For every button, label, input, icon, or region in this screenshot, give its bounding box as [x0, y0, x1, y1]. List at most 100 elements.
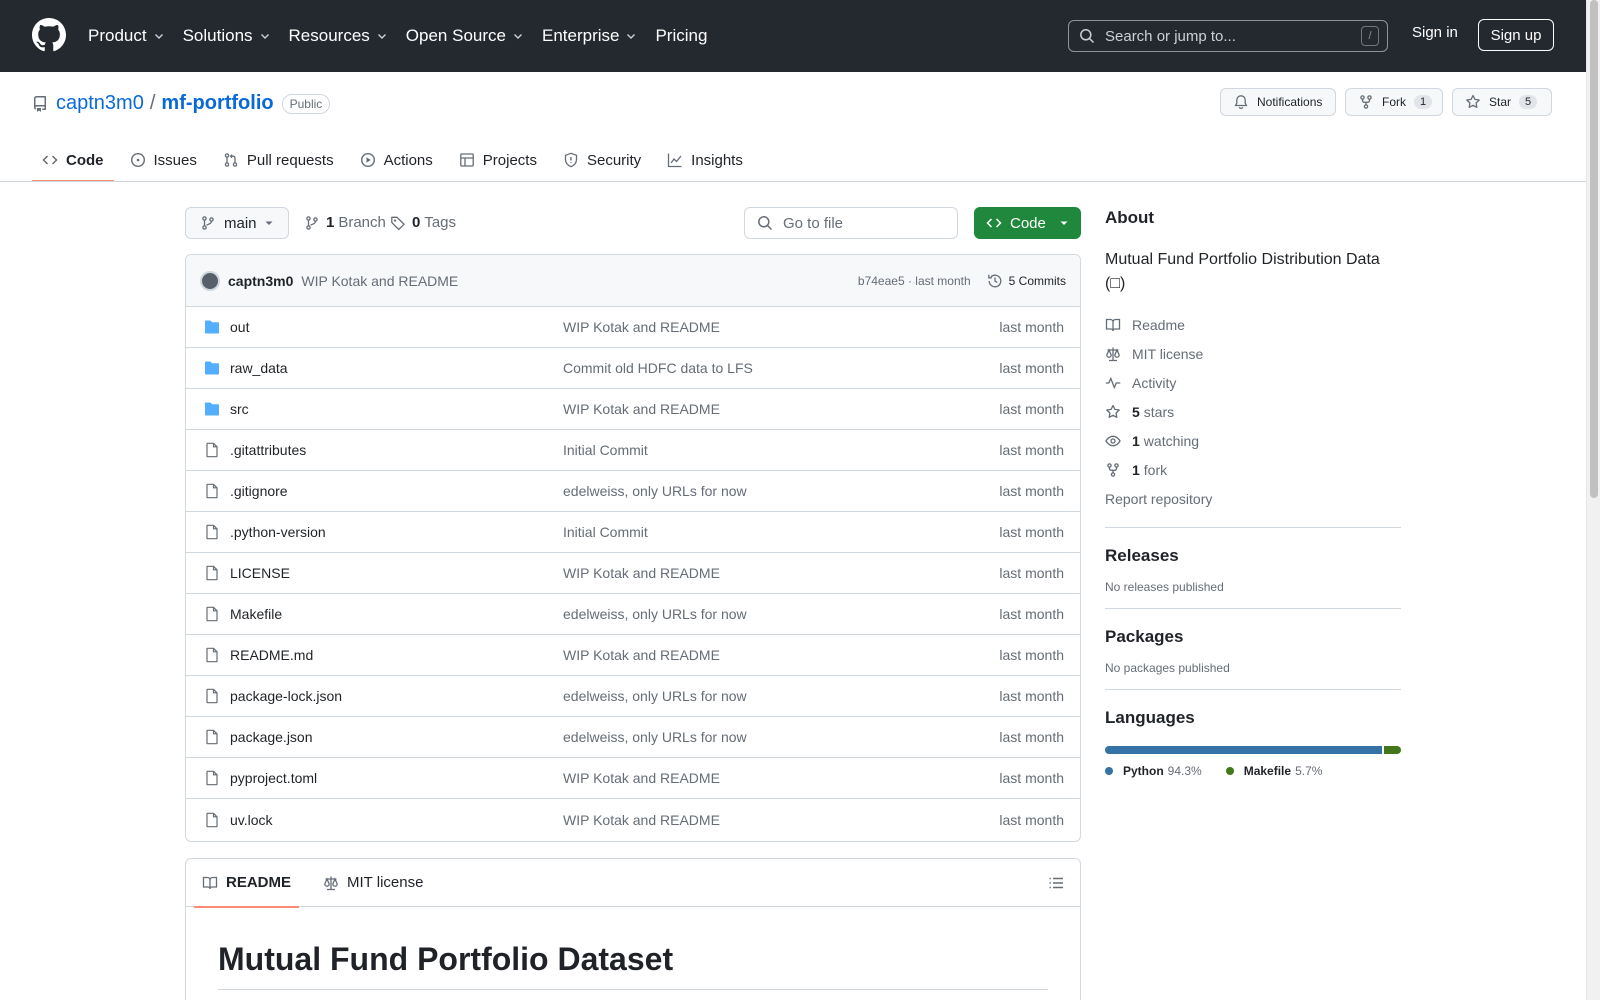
file-commit-link[interactable]: edelweiss, only URLs for now [563, 688, 999, 704]
divider [1105, 527, 1401, 528]
file-commit-link[interactable]: WIP Kotak and README [563, 770, 999, 786]
file-row[interactable]: .python-version Initial Commit last month [186, 512, 1080, 553]
license-link[interactable]: MIT license [1105, 339, 1401, 368]
file-name-link[interactable]: package-lock.json [230, 688, 563, 704]
language-legend-item[interactable]: Python 94.3% [1105, 764, 1202, 778]
commit-author-link[interactable]: captn3m0 [228, 273, 293, 289]
code-dropdown-button[interactable]: Code [974, 207, 1081, 239]
file-row[interactable]: Makefile edelweiss, only URLs for now last… [186, 594, 1080, 635]
global-search-input[interactable]: Search or jump to... / [1068, 20, 1388, 52]
file-commit-link[interactable]: WIP Kotak and README [563, 812, 999, 828]
file-row[interactable]: .gitattributes Initial Commit last month [186, 430, 1080, 471]
report-label: Report repository [1105, 490, 1213, 507]
nav-product[interactable]: Product [88, 26, 165, 46]
github-logo-icon[interactable] [32, 18, 66, 52]
file-commit-link[interactable]: WIP Kotak and README [563, 647, 999, 663]
fork-count: 1 [1414, 95, 1433, 109]
forks-count: 1 [1132, 461, 1140, 478]
report-repository-link[interactable]: Report repository [1105, 484, 1401, 513]
watchers-link[interactable]: 1 watching [1105, 426, 1401, 455]
file-commit-link[interactable]: WIP Kotak and README [563, 401, 999, 417]
file-commit-link[interactable]: Initial Commit [563, 524, 999, 540]
readme-link[interactable]: Readme [1105, 310, 1401, 339]
nav-solutions[interactable]: Solutions [183, 26, 271, 46]
avatar[interactable] [200, 270, 220, 291]
file-commit-link[interactable]: Initial Commit [563, 442, 999, 458]
file-age: last month [999, 811, 1064, 828]
language-legend-item[interactable]: Makefile 5.7% [1225, 764, 1322, 778]
nav-resources[interactable]: Resources [289, 26, 388, 46]
file-row[interactable]: README.md WIP Kotak and README last month [186, 635, 1080, 676]
tab-label: Projects [482, 151, 537, 169]
list-outline-icon[interactable] [1048, 875, 1064, 891]
file-name-link[interactable]: .gitattributes [230, 442, 563, 458]
page-scrollbar[interactable] [1586, 0, 1600, 1000]
file-name-link[interactable]: README.md [230, 647, 563, 663]
star-button[interactable]: Star 5 [1452, 88, 1552, 116]
file-name-link[interactable]: .gitignore [230, 483, 563, 499]
tab-projects[interactable]: Projects [449, 138, 547, 182]
packages-heading-link[interactable]: Packages [1105, 627, 1401, 647]
repo-name-link[interactable]: mf-portfolio [161, 92, 273, 115]
file-commit-link[interactable]: edelweiss, only URLs for now [563, 483, 999, 499]
latest-commit-bar: captn3m0 WIP Kotak and README b74eae5 · … [186, 255, 1080, 307]
nav-enterprise[interactable]: Enterprise [542, 26, 637, 46]
file-commit-link[interactable]: Commit old HDFC data to LFS [563, 360, 999, 376]
file-row[interactable]: LICENSE WIP Kotak and README last month [186, 553, 1080, 594]
repo-owner-link[interactable]: captn3m0 [56, 92, 144, 115]
file-name-link[interactable]: package.json [230, 729, 563, 745]
tab-license[interactable]: MIT license [323, 859, 431, 907]
commit-message-link[interactable]: WIP Kotak and README [301, 273, 858, 289]
notifications-button[interactable]: Notifications [1220, 88, 1336, 116]
file-name-link[interactable]: raw_data [230, 360, 563, 376]
commits-history-link[interactable]: 5 Commits [987, 273, 1066, 289]
languages-legend: Python 94.3% Makefile 5.7% [1105, 764, 1401, 778]
stars-link[interactable]: 5 stars [1105, 397, 1401, 426]
file-row[interactable]: uv.lock WIP Kotak and README last month [186, 799, 1080, 840]
readme-link-label: Readme [1132, 316, 1185, 333]
file-name-link[interactable]: src [230, 401, 563, 417]
file-row[interactable]: raw_data Commit old HDFC data to LFS last … [186, 348, 1080, 389]
file-name-link[interactable]: uv.lock [230, 812, 563, 828]
file-name-link[interactable]: out [230, 319, 563, 335]
branch-selector-button[interactable]: main [185, 207, 289, 239]
file-commit-link[interactable]: WIP Kotak and README [563, 565, 999, 581]
no-packages-text: No packages published [1105, 661, 1230, 675]
tab-pull-requests[interactable]: Pull requests [213, 138, 344, 182]
file-commit-link[interactable]: WIP Kotak and README [563, 319, 999, 335]
tab-readme[interactable]: README [193, 859, 300, 908]
nav-open-source[interactable]: Open Source [406, 26, 524, 46]
tab-actions[interactable]: Actions [350, 138, 443, 182]
go-to-file-input[interactable]: Go to file [744, 207, 958, 239]
tab-issues[interactable]: Issues [120, 138, 207, 182]
file-row[interactable]: package-lock.json edelweiss, only URLs fo… [186, 676, 1080, 717]
nav-label: Product [88, 26, 147, 45]
sign-up-button[interactable]: Sign up [1478, 19, 1554, 51]
activity-link[interactable]: Activity [1105, 368, 1401, 397]
tab-insights[interactable]: Insights [657, 138, 753, 182]
file-row[interactable]: out WIP Kotak and README last month [186, 307, 1080, 348]
file-row[interactable]: pyproject.toml WIP Kotak and README last m… [186, 758, 1080, 799]
file-name-link[interactable]: LICENSE [230, 565, 563, 581]
file-row[interactable]: .gitignore edelweiss, only URLs for now la… [186, 471, 1080, 512]
file-icon [203, 812, 221, 828]
tab-security[interactable]: Security [553, 138, 651, 182]
visibility-badge: Public [281, 93, 331, 114]
sign-in-link[interactable]: Sign in [1412, 24, 1458, 41]
forks-link[interactable]: 1 fork [1105, 455, 1401, 484]
file-commit-link[interactable]: edelweiss, only URLs for now [563, 729, 999, 745]
branches-link[interactable]: 1 Branch [304, 214, 386, 231]
file-name-link[interactable]: Makefile [230, 606, 563, 622]
file-name-link[interactable]: .python-version [230, 524, 563, 540]
releases-heading-link[interactable]: Releases [1105, 546, 1401, 566]
file-name-link[interactable]: pyproject.toml [230, 770, 563, 786]
tags-link[interactable]: 0 Tags [390, 214, 456, 231]
fork-button[interactable]: Fork 1 [1345, 88, 1443, 116]
file-row[interactable]: package.json edelweiss, only URLs for now… [186, 717, 1080, 758]
file-commit-link[interactable]: edelweiss, only URLs for now [563, 606, 999, 622]
commit-hash-time[interactable]: b74eae5 · last month [858, 274, 971, 288]
tab-code[interactable]: Code [32, 138, 114, 182]
scrollbar-thumb[interactable] [1590, 0, 1598, 498]
nav-pricing[interactable]: Pricing [655, 26, 707, 46]
file-row[interactable]: src WIP Kotak and README last month [186, 389, 1080, 430]
